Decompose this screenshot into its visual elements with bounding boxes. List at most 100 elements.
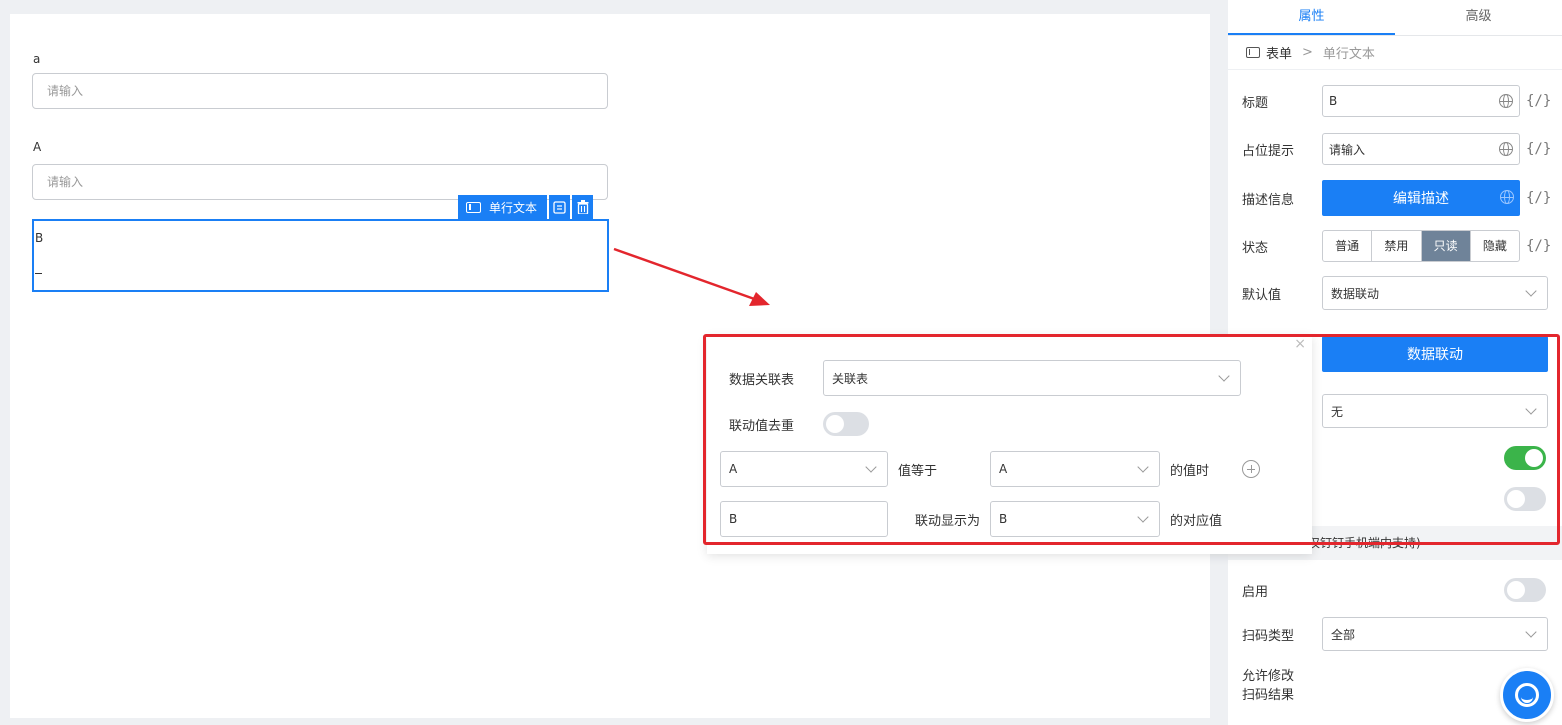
none-select[interactable]: 无 — [1322, 394, 1548, 428]
scan-type-row: 扫码类型 全部 — [1242, 617, 1548, 651]
field-type-label: 单行文本 — [489, 200, 538, 215]
status-hidden[interactable]: 隐藏 — [1471, 231, 1519, 261]
help-button[interactable] — [1500, 668, 1554, 722]
formula-icon[interactable]: {/} — [1526, 93, 1551, 109]
default-value-select[interactable]: 数据联动 — [1322, 276, 1548, 310]
chevron-down-icon — [1525, 625, 1537, 638]
globe-icon[interactable] — [1499, 142, 1513, 156]
chevron-down-icon — [1525, 402, 1537, 415]
data-linkage-label: 数据联动 — [1407, 347, 1463, 363]
related-table-label: 数据关联表 — [729, 372, 795, 388]
placeholder-row: 占位提示 请输入 {/} — [1242, 133, 1551, 165]
edit-description-label: 编辑描述 — [1393, 191, 1449, 207]
condition-target-value: A — [999, 462, 1008, 476]
display-op-label: 联动显示为 — [914, 513, 980, 529]
dedupe-toggle[interactable] — [823, 412, 869, 436]
condition-suffix-label: 的值时 — [1170, 463, 1210, 479]
chevron-down-icon — [1137, 460, 1149, 473]
linkage-button-row: 数据联动 — [1322, 336, 1548, 372]
related-table-value: 关联表 — [832, 371, 869, 386]
placeholder-label: 占位提示 — [1242, 143, 1295, 159]
status-segmented: 普通 禁用 只读 隐藏 — [1322, 230, 1520, 262]
allow-modify-label-2: 扫码结果 — [1242, 688, 1295, 703]
form-icon — [1246, 47, 1260, 58]
panel-tabs: 属性 高级 — [1228, 0, 1562, 36]
enable-toggle[interactable] — [1504, 578, 1546, 602]
toggle-1-row — [1504, 446, 1546, 470]
formula-icon[interactable]: {/} — [1526, 238, 1551, 254]
globe-icon[interactable] — [1499, 94, 1513, 108]
globe-icon[interactable] — [1500, 190, 1514, 204]
default-value-label: 默认值 — [1242, 287, 1282, 303]
display-suffix-label: 的对应值 — [1170, 513, 1223, 529]
allow-modify-label-1: 允许修改 — [1242, 669, 1295, 684]
field-B-readonly-line — [35, 273, 42, 274]
tab-advanced[interactable]: 高级 — [1395, 0, 1562, 35]
related-table-select[interactable]: 关联表 — [823, 360, 1241, 396]
placeholder-value: 请输入 — [1329, 142, 1366, 157]
scan-type-value: 全部 — [1331, 627, 1356, 642]
delete-field-button[interactable] — [572, 195, 594, 219]
edit-description-button[interactable]: 编辑描述 — [1322, 180, 1520, 216]
description-row: 描述信息 编辑描述 {/} — [1242, 180, 1551, 216]
display-field-value: B — [729, 512, 738, 526]
field-toolbar: 单行文本 — [458, 195, 594, 219]
breadcrumb-root[interactable]: 表单 — [1266, 43, 1292, 62]
display-target-select[interactable]: B — [990, 501, 1160, 537]
status-readonly[interactable]: 只读 — [1421, 231, 1471, 261]
close-icon[interactable]: × — [1294, 336, 1306, 352]
enable-label: 启用 — [1242, 584, 1269, 600]
dedupe-label: 联动值去重 — [729, 418, 795, 434]
field-a-input[interactable]: 请输入 — [32, 73, 608, 109]
formula-icon[interactable]: {/} — [1526, 141, 1551, 157]
add-condition-icon[interactable] — [1242, 460, 1260, 478]
condition-row: A 值等于 A 的值时 — [720, 451, 1260, 487]
chevron-down-icon — [1525, 284, 1537, 297]
data-linkage-popover: × 数据关联表 关联表 联动值去重 A 值等于 A 的值时 B 联动显示为 B — [707, 336, 1312, 554]
toggle-switch-off[interactable] — [1504, 487, 1546, 511]
none-select-value: 无 — [1331, 404, 1344, 419]
condition-field-value: A — [729, 462, 738, 476]
text-field-icon — [466, 201, 481, 213]
title-value: B — [1329, 94, 1338, 108]
trash-icon — [577, 200, 589, 214]
tab-properties[interactable]: 属性 — [1228, 0, 1395, 35]
annotation-arrow — [613, 247, 770, 306]
status-row: 状态 普通 禁用 只读 隐藏 {/} — [1242, 230, 1551, 262]
default-value-value: 数据联动 — [1331, 286, 1380, 301]
condition-target-select[interactable]: A — [990, 451, 1160, 487]
breadcrumb-separator: > — [1302, 45, 1313, 60]
condition-op-label: 值等于 — [898, 463, 938, 479]
display-field-input[interactable]: B — [720, 501, 888, 537]
chevron-down-icon — [865, 460, 877, 473]
scan-type-select[interactable]: 全部 — [1322, 617, 1548, 651]
placeholder-input[interactable]: 请输入 — [1322, 133, 1520, 165]
description-label: 描述信息 — [1242, 192, 1295, 208]
status-normal[interactable]: 普通 — [1323, 231, 1373, 261]
dedupe-row: 联动值去重 — [729, 412, 869, 436]
title-input[interactable]: B — [1322, 85, 1520, 117]
none-select-row: 无 — [1322, 394, 1548, 428]
title-row: 标题 B {/} — [1242, 85, 1551, 117]
copy-icon — [553, 200, 566, 214]
default-value-row: 默认值 数据联动 — [1242, 276, 1548, 310]
scan-type-label: 扫码类型 — [1242, 628, 1295, 644]
display-row: B 联动显示为 B 的对应值 — [720, 501, 1242, 537]
data-linkage-button[interactable]: 数据联动 — [1322, 336, 1548, 372]
toggle-2-row — [1504, 487, 1546, 511]
field-B-selected[interactable]: B — [32, 219, 609, 292]
title-label: 标题 — [1242, 95, 1269, 111]
enable-row: 启用 — [1242, 578, 1546, 602]
formula-icon[interactable]: {/} — [1526, 190, 1551, 206]
toggle-switch-on[interactable] — [1504, 446, 1546, 470]
support-icon — [1515, 683, 1539, 707]
field-type-tag: 单行文本 — [458, 195, 548, 219]
chevron-down-icon — [1137, 510, 1149, 523]
field-B-label: B — [35, 231, 44, 245]
status-label: 状态 — [1242, 240, 1269, 256]
related-table-row: 数据关联表 关联表 — [729, 360, 1241, 396]
status-disabled[interactable]: 禁用 — [1372, 231, 1422, 261]
copy-field-button[interactable] — [549, 195, 571, 219]
chevron-down-icon — [1218, 369, 1230, 382]
condition-field-select[interactable]: A — [720, 451, 888, 487]
